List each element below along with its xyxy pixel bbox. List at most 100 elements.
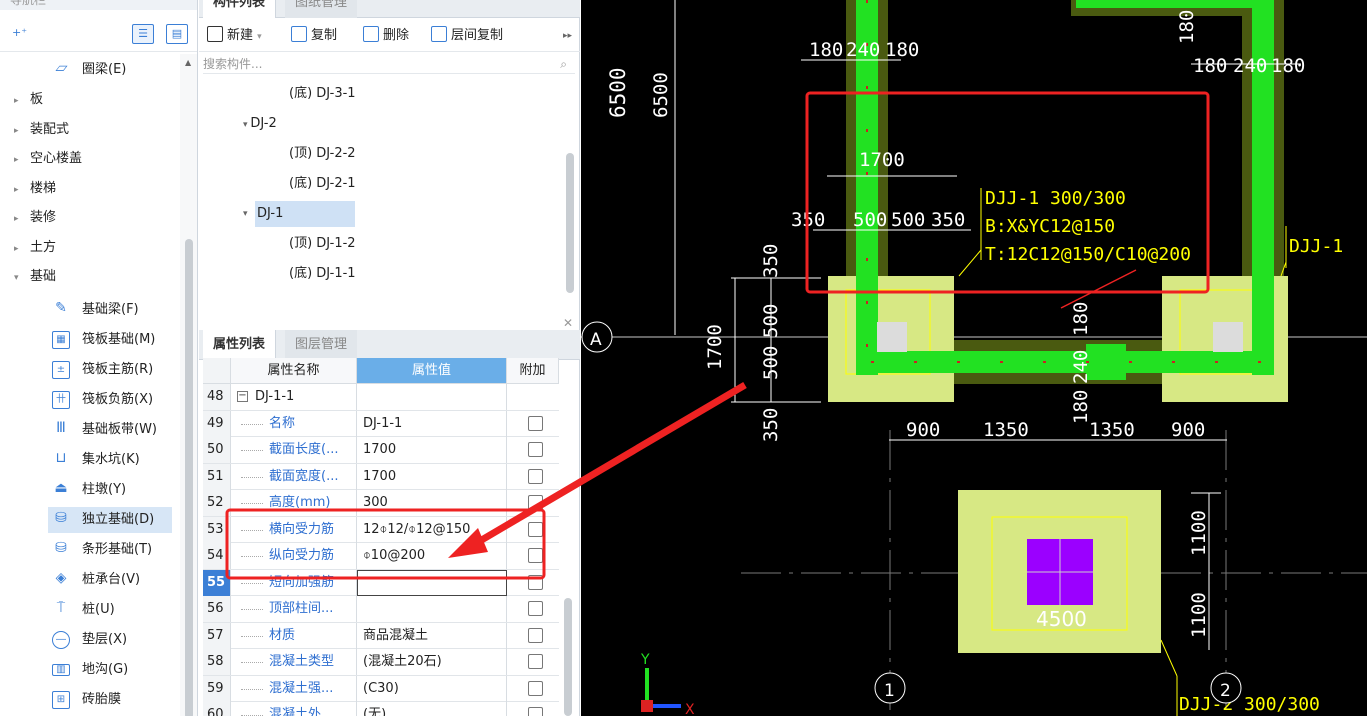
scroll-thumb[interactable] bbox=[566, 153, 574, 293]
component-search-input[interactable]: 搜索构件... ⌕ bbox=[203, 54, 575, 74]
extra-checkbox[interactable] bbox=[528, 521, 543, 537]
nav-category-foundation[interactable]: ▾ 基础 bbox=[0, 263, 180, 291]
ucs-origin bbox=[641, 700, 653, 712]
property-value[interactable] bbox=[357, 596, 507, 622]
nav-category-slab[interactable]: ▸ 板 bbox=[0, 86, 180, 114]
property-value[interactable]: 12⌽12/⌽12@150 bbox=[357, 516, 507, 543]
component-scrollbar[interactable] bbox=[565, 78, 575, 308]
property-value[interactable]: ⌽10@200 bbox=[357, 543, 507, 569]
scroll-up-icon[interactable]: ▲ bbox=[185, 58, 191, 67]
nav-item-brick-mold[interactable]: ⊞ 砖胎膜 bbox=[0, 686, 180, 714]
nav-item-trench[interactable]: ▥ 地沟(G) bbox=[0, 656, 180, 684]
nav-category-decoration[interactable]: ▸ 装修 bbox=[0, 204, 180, 232]
nav-item-raft-foundation[interactable]: ▦ 筏板基础(M) bbox=[0, 326, 180, 354]
more-tools-icon[interactable]: ▸▸ bbox=[563, 26, 572, 46]
search-icon[interactable]: ⌕ bbox=[560, 54, 567, 74]
property-value[interactable] bbox=[357, 569, 507, 596]
property-value[interactable]: 300 bbox=[357, 490, 507, 516]
property-row[interactable]: 57 材质 商品混凝土 bbox=[203, 622, 559, 649]
property-value[interactable]: 商品混凝土 bbox=[357, 622, 507, 649]
nav-item-raft-main-rebar[interactable]: ± 筏板主筋(R) bbox=[0, 356, 180, 384]
property-value[interactable]: 1700 bbox=[357, 437, 507, 463]
property-value[interactable] bbox=[357, 384, 507, 410]
tree-connector bbox=[241, 609, 263, 610]
nav-item-label: 桩承台(V) bbox=[82, 572, 141, 587]
tree-item-dj-1-1[interactable]: (底) DJ-1-1 bbox=[289, 261, 356, 287]
extra-checkbox[interactable] bbox=[528, 548, 543, 563]
property-value[interactable]: 1700 bbox=[357, 463, 507, 490]
extra-checkbox[interactable] bbox=[528, 601, 543, 616]
extra-checkbox[interactable] bbox=[528, 680, 543, 696]
delete-button[interactable]: 删除 bbox=[363, 26, 409, 46]
extra-checkbox[interactable] bbox=[528, 442, 543, 457]
new-button[interactable]: 新建 ▾ bbox=[207, 26, 262, 46]
property-name-text: 截面宽度(... bbox=[269, 468, 339, 484]
extra-checkbox[interactable] bbox=[528, 654, 543, 669]
nav-item-pile-cap[interactable]: ◈ 桩承台(V) bbox=[0, 566, 180, 594]
property-value[interactable]: (无) bbox=[357, 702, 507, 716]
tree-group-dj-2[interactable]: ▾ DJ-2 bbox=[243, 111, 277, 137]
nav-category-prefab[interactable]: ▸ 装配式 bbox=[0, 116, 180, 144]
property-row[interactable]: 53 横向受力筋 12⌽12/⌽12@150 bbox=[203, 516, 559, 543]
dim-beam-180-a: 180 bbox=[1070, 302, 1092, 336]
copy-button[interactable]: 复制 bbox=[291, 26, 337, 46]
tab-property-list[interactable]: 属性列表 bbox=[203, 330, 277, 360]
nav-item-strip-footing[interactable]: ⛁ 条形基础(T) bbox=[0, 536, 180, 564]
nav-item-foundation-beam[interactable]: ✎ 基础梁(F) bbox=[0, 296, 180, 324]
nav-item-foundation-strip[interactable]: Ⅲ 基础板带(W) bbox=[0, 416, 180, 444]
tab-component-list[interactable]: 构件列表 bbox=[203, 0, 277, 18]
cad-drawing-canvas[interactable]: 180 240 180 180 240 180 6500 6500 180 17… bbox=[581, 0, 1367, 716]
extra-checkbox[interactable] bbox=[528, 574, 543, 590]
property-value[interactable]: (C30) bbox=[357, 675, 507, 702]
close-icon[interactable]: ✕ bbox=[563, 316, 573, 330]
label-leader-1 bbox=[958, 249, 982, 277]
property-row[interactable]: 60 混凝土外... (无) bbox=[203, 702, 559, 716]
nav-scrollbar[interactable]: ▲ bbox=[180, 54, 197, 716]
sparkle-icon[interactable]: +⁺ bbox=[12, 26, 27, 39]
nav-item-raft-negative-rebar[interactable]: 卄筏板负筋(X) bbox=[0, 386, 180, 414]
extra-checkbox[interactable] bbox=[528, 707, 543, 716]
nav-item-sump-pit[interactable]: ⊔ 集水坑(K) bbox=[0, 446, 180, 474]
nav-item-cushion[interactable]: ― 垫层(X) bbox=[0, 626, 180, 654]
property-scrollbar[interactable] bbox=[563, 598, 573, 716]
floor-copy-icon bbox=[431, 26, 447, 42]
property-row[interactable]: 48− DJ-1-1 bbox=[203, 384, 559, 411]
collapse-arrow-icon[interactable]: ▾ bbox=[243, 201, 248, 227]
property-row[interactable]: 54 纵向受力筋 ⌽10@200 bbox=[203, 543, 559, 570]
property-value[interactable]: DJ-1-1 bbox=[357, 410, 507, 437]
dropdown-arrow-icon[interactable]: ▾ bbox=[257, 32, 262, 42]
nav-category-earthwork[interactable]: ▸ 土方 bbox=[0, 234, 180, 262]
nav-item-isolated-footing[interactable]: ⛁ 独立基础(D) bbox=[0, 506, 180, 534]
collapse-box-icon[interactable]: − bbox=[237, 391, 248, 402]
tree-item-dj-1-2[interactable]: (顶) DJ-1-2 bbox=[289, 231, 356, 257]
property-row[interactable]: 55 短向加强筋 bbox=[203, 569, 559, 596]
scroll-thumb[interactable] bbox=[185, 239, 193, 716]
property-row[interactable]: 58 混凝土类型 (混凝土20石) bbox=[203, 649, 559, 676]
property-row[interactable]: 56 顶部柱间... bbox=[203, 596, 559, 623]
property-row[interactable]: 59 混凝土强... (C30) bbox=[203, 675, 559, 702]
property-row[interactable]: 49 名称 DJ-1-1 bbox=[203, 410, 559, 437]
tree-item-dj-3-1[interactable]: (底) DJ-3-1 bbox=[289, 81, 356, 107]
floor-copy-button[interactable]: 层间复制 bbox=[431, 26, 503, 46]
property-row[interactable]: 51 截面宽度(... 1700 bbox=[203, 463, 559, 490]
tree-group-dj-1[interactable]: ▾ DJ-1 bbox=[243, 201, 355, 227]
nav-category-hollow-floor[interactable]: ▸ 空心楼盖 bbox=[0, 145, 180, 173]
extra-checkbox[interactable] bbox=[528, 468, 543, 484]
property-row[interactable]: 52 高度(mm) 300 bbox=[203, 490, 559, 517]
nav-item-pile[interactable]: ⍑ 桩(U) bbox=[0, 596, 180, 624]
detail-view-icon[interactable]: ▤ bbox=[166, 24, 188, 44]
tree-item-dj-2-1[interactable]: (底) DJ-2-1 bbox=[289, 171, 356, 197]
tree-item-dj-2-2[interactable]: (顶) DJ-2-2 bbox=[289, 141, 356, 167]
tab-layer-management[interactable]: 图层管理 bbox=[285, 330, 358, 360]
nav-category-stairs[interactable]: ▸ 楼梯 bbox=[0, 175, 180, 203]
tab-drawing-management[interactable]: 图纸管理 bbox=[285, 0, 358, 18]
nav-item-ring-beam[interactable]: ▱ 圈梁(E) bbox=[0, 56, 180, 84]
property-value[interactable]: (混凝土20石) bbox=[357, 649, 507, 675]
property-row[interactable]: 50 截面长度(... 1700 bbox=[203, 437, 559, 464]
list-view-icon[interactable]: ☰ bbox=[132, 24, 154, 44]
scroll-thumb[interactable] bbox=[564, 598, 572, 716]
nav-item-column-pier[interactable]: ⏏ 柱墩(Y) bbox=[0, 476, 180, 504]
extra-checkbox[interactable] bbox=[528, 415, 543, 431]
extra-checkbox[interactable] bbox=[528, 495, 543, 510]
extra-checkbox[interactable] bbox=[528, 627, 543, 643]
